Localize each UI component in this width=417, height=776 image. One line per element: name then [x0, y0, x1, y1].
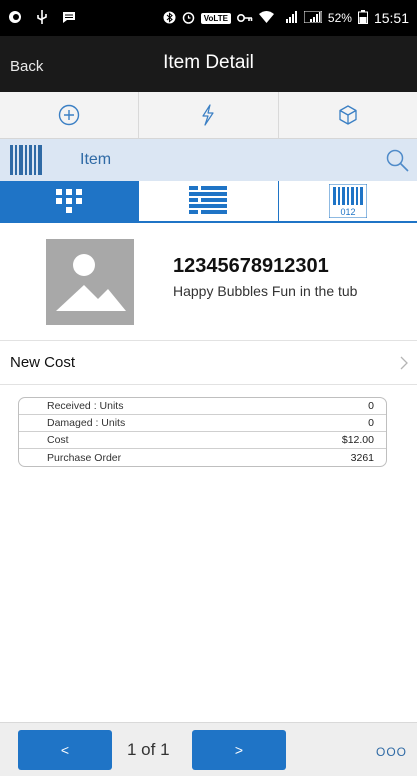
detail-label: Purchase Order [47, 451, 122, 464]
page-title: Item Detail [163, 52, 254, 73]
tab-grid-view[interactable] [0, 181, 139, 221]
screen: VoLTE 52% 15:51 Back Item Detail Item 01… [0, 0, 417, 776]
image-placeholder-icon [56, 254, 126, 311]
volte-badge: VoLTE [200, 12, 231, 24]
item-header: 12345678912301 Happy Bubbles Fun in the … [0, 223, 417, 341]
search-icon[interactable] [385, 148, 409, 172]
add-button[interactable] [0, 92, 140, 138]
title-bar: Back Item Detail [0, 36, 417, 92]
new-cost-row[interactable]: New Cost [0, 341, 417, 385]
signal-icon [280, 11, 298, 25]
app-notification-icon [8, 10, 22, 26]
more-options-button[interactable]: OOO [376, 745, 407, 759]
detail-row-purchase-order: Purchase Order 3261 [19, 449, 386, 466]
details-table: Received : Units 0 Damaged : Units 0 Cos… [18, 397, 387, 467]
detail-label: Cost [47, 434, 69, 446]
signal-2-icon [303, 10, 323, 25]
package-button[interactable] [279, 92, 417, 138]
next-button[interactable]: > [192, 730, 286, 770]
cube-icon [339, 105, 357, 125]
chevron-right-icon [400, 356, 408, 370]
usb-icon [36, 10, 48, 26]
view-tabs: 012 [0, 181, 417, 223]
detail-row-cost: Cost $12.00 [19, 432, 386, 449]
bluetooth-icon [163, 11, 176, 26]
detail-value: 0 [368, 417, 374, 429]
list-view-icon [189, 186, 228, 214]
tab-list-view[interactable] [138, 181, 278, 221]
status-bar: VoLTE 52% 15:51 [0, 0, 417, 36]
item-image-placeholder [46, 239, 134, 325]
battery-icon [357, 10, 368, 26]
previous-button[interactable]: < [18, 730, 112, 770]
detail-value: 3261 [350, 451, 374, 464]
barcode-view-icon: 012 [328, 184, 367, 218]
detail-value: $12.00 [341, 434, 374, 446]
message-icon [62, 11, 76, 26]
pager-text: 1 of 1 [127, 740, 170, 759]
vpn-key-icon [236, 11, 253, 25]
detail-label: Damaged : Units [47, 417, 126, 429]
search-label: Item [80, 151, 112, 168]
detail-label: Received : Units [47, 400, 124, 412]
detail-value: 0 [368, 400, 374, 412]
barcode-badge-text: 012 [340, 207, 355, 217]
detail-row-received: Received : Units 0 [19, 398, 386, 415]
battery-percent: 52% [327, 11, 352, 25]
detail-row-damaged: Damaged : Units 0 [19, 415, 386, 432]
action-bar [0, 92, 417, 139]
item-search-bar[interactable]: Item [0, 139, 417, 181]
item-sku: 12345678912301 [173, 255, 329, 277]
item-description: Happy Bubbles Fun in the tub [173, 283, 358, 299]
add-circle-icon [58, 104, 80, 126]
footer-nav: < 1 of 1 > OOO [0, 722, 417, 776]
clock: 15:51 [373, 10, 409, 26]
alarm-icon [182, 11, 195, 26]
grid-view-icon [56, 189, 83, 213]
quick-action-button[interactable] [139, 92, 279, 138]
wifi-icon [258, 11, 274, 25]
tab-barcode-view[interactable]: 012 [277, 181, 417, 221]
barcode-scan-icon[interactable] [10, 145, 46, 175]
new-cost-label: New Cost [10, 354, 76, 371]
lightning-icon [202, 104, 215, 126]
